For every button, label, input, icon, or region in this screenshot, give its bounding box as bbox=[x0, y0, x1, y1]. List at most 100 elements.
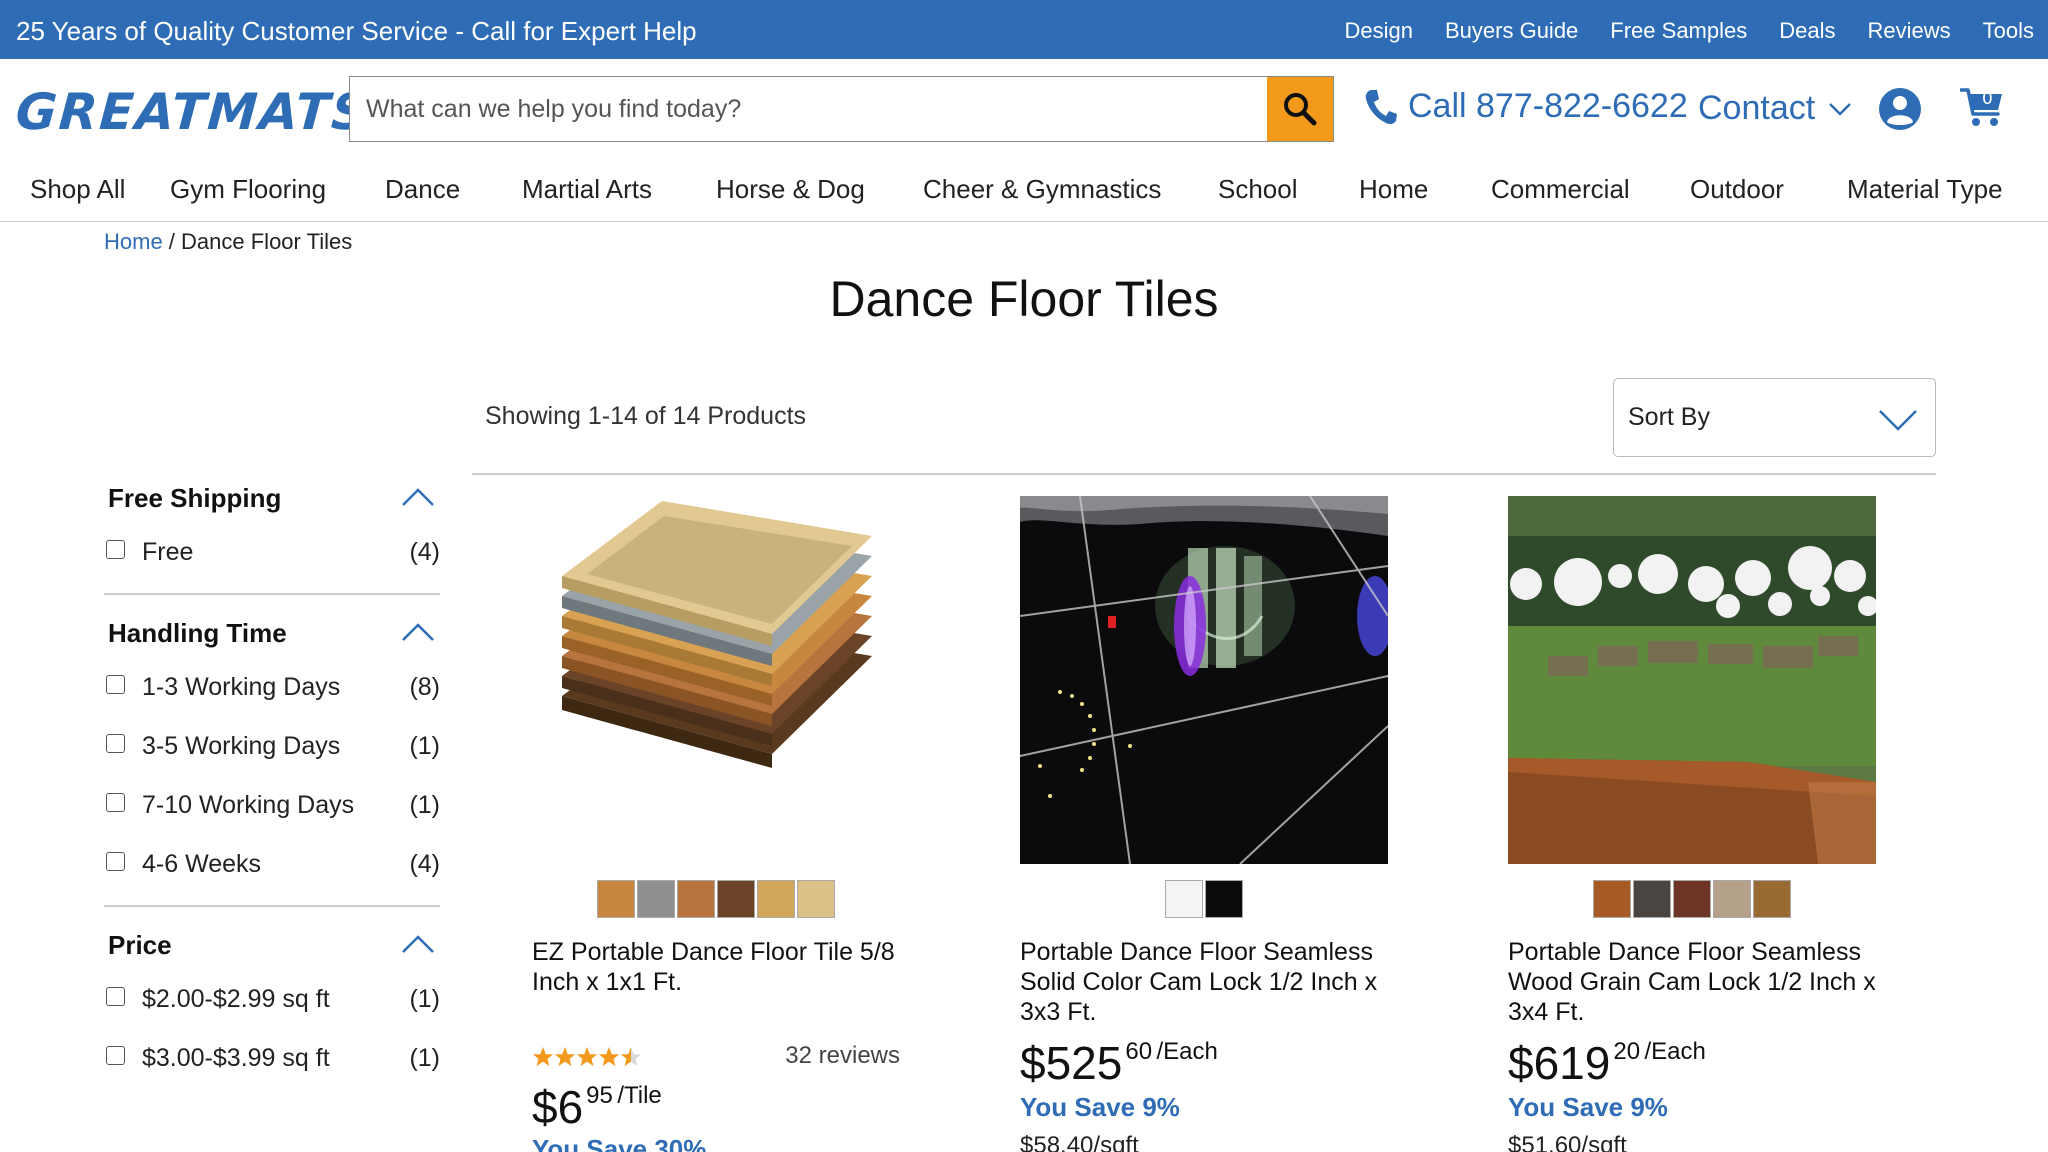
star-icon bbox=[554, 1046, 576, 1067]
color-swatch[interactable] bbox=[1673, 880, 1711, 918]
color-swatch[interactable] bbox=[1633, 880, 1671, 918]
utility-link-buyers-guide[interactable]: Buyers Guide bbox=[1445, 18, 1578, 44]
facet-option: $2.00-$2.99 sq ft (1) bbox=[104, 977, 440, 1036]
price-dollars: $525 bbox=[1020, 1037, 1123, 1089]
price-dollars: $619 bbox=[1508, 1037, 1611, 1089]
price-dollars: $6 bbox=[532, 1081, 584, 1133]
utility-link-deals[interactable]: Deals bbox=[1779, 18, 1835, 44]
color-swatch[interactable] bbox=[717, 880, 755, 918]
color-swatch[interactable] bbox=[797, 880, 835, 918]
nav-cheer-gymnastics[interactable]: Cheer & Gymnastics bbox=[923, 174, 1161, 205]
nav-outdoor[interactable]: Outdoor bbox=[1690, 174, 1784, 205]
utility-link-tools[interactable]: Tools bbox=[1983, 18, 2034, 44]
facet-divider bbox=[104, 593, 440, 595]
product-image[interactable] bbox=[1020, 496, 1388, 864]
facet-title: Free Shipping bbox=[108, 483, 282, 513]
result-count: Showing 1-14 of 14 Products bbox=[485, 402, 807, 430]
color-swatch[interactable] bbox=[677, 880, 715, 918]
price-cents: 20 bbox=[1613, 1038, 1641, 1065]
color-swatch[interactable] bbox=[1205, 880, 1243, 918]
site-header: GREATMATS Call 877-822-6622 Contact bbox=[0, 59, 2048, 157]
chevron-down-icon bbox=[1829, 102, 1852, 116]
chevron-down-icon bbox=[1879, 410, 1917, 431]
facet-checkbox[interactable] bbox=[106, 675, 125, 694]
star-icon bbox=[598, 1046, 620, 1067]
facet-header-price[interactable]: Price bbox=[104, 917, 440, 977]
product-image[interactable] bbox=[1508, 496, 1876, 864]
contact-dropdown[interactable]: Contact bbox=[1698, 89, 1852, 128]
facet-title: Handling Time bbox=[108, 618, 287, 648]
facet-checkbox[interactable] bbox=[106, 987, 125, 1006]
facet-option-label[interactable]: 3-5 Working Days bbox=[142, 732, 340, 761]
color-swatch[interactable] bbox=[757, 880, 795, 918]
chevron-up-icon bbox=[402, 623, 434, 641]
review-count-link[interactable]: 32 reviews bbox=[785, 1042, 900, 1070]
facet-option: $3.00-$3.99 sq ft (1) bbox=[104, 1036, 440, 1095]
facet-checkbox[interactable] bbox=[106, 852, 125, 871]
chevron-up-icon bbox=[402, 488, 434, 506]
utility-link-design[interactable]: Design bbox=[1345, 18, 1413, 44]
product-price: $619 20 /Each bbox=[1508, 1036, 1706, 1090]
facet-option-label[interactable]: $2.00-$2.99 sq ft bbox=[142, 985, 330, 1014]
price-cents: 95 bbox=[586, 1082, 613, 1109]
sort-dropdown[interactable]: Sort By bbox=[1613, 378, 1936, 457]
price-unit: /Each bbox=[1644, 1038, 1706, 1065]
color-swatch[interactable] bbox=[597, 880, 635, 918]
top-announcement-bar: 25 Years of Quality Customer Service - C… bbox=[0, 0, 2048, 59]
facet-checkbox[interactable] bbox=[106, 1046, 125, 1065]
nav-shop-all[interactable]: Shop All bbox=[30, 174, 125, 205]
facet-checkbox[interactable] bbox=[106, 540, 125, 559]
facet-option-label[interactable]: 4-6 Weeks bbox=[142, 850, 261, 879]
facet-option-count: (1) bbox=[409, 985, 440, 1013]
cart-button[interactable]: 0 bbox=[1959, 85, 2004, 134]
utility-link-free-samples[interactable]: Free Samples bbox=[1610, 18, 1747, 44]
nav-commercial[interactable]: Commercial bbox=[1491, 174, 1630, 205]
star-rating bbox=[532, 1046, 642, 1068]
utility-links: Design Buyers Guide Free Samples Deals R… bbox=[1345, 18, 2048, 44]
facet-header-handling-time[interactable]: Handling Time bbox=[104, 605, 440, 665]
search-icon bbox=[1284, 93, 1317, 126]
search-button[interactable] bbox=[1267, 77, 1333, 141]
nav-school[interactable]: School bbox=[1218, 174, 1298, 205]
product-price: $525 60 /Each bbox=[1020, 1036, 1218, 1090]
facet-option-label[interactable]: 1-3 Working Days bbox=[142, 673, 340, 702]
site-logo[interactable]: GREATMATS bbox=[14, 83, 372, 141]
breadcrumb-current: Dance Floor Tiles bbox=[181, 229, 353, 254]
product-name[interactable]: EZ Portable Dance Floor Tile 5/8 Inch x … bbox=[532, 937, 900, 997]
color-swatch[interactable] bbox=[1713, 880, 1751, 918]
phone-link[interactable]: Call 877-822-6622 bbox=[1364, 87, 1688, 126]
price-per-sqft: $51.60/sqft bbox=[1508, 1132, 1627, 1152]
color-swatch[interactable] bbox=[1165, 880, 1203, 918]
phone-number: Call 877-822-6622 bbox=[1408, 87, 1688, 125]
breadcrumb-home[interactable]: Home bbox=[104, 229, 163, 254]
facet-checkbox[interactable] bbox=[106, 734, 125, 753]
search-box bbox=[349, 76, 1334, 142]
nav-horse-dog[interactable]: Horse & Dog bbox=[716, 174, 865, 205]
color-swatches bbox=[1508, 880, 1876, 918]
facet-option-label[interactable]: 7-10 Working Days bbox=[142, 791, 354, 820]
account-button[interactable] bbox=[1878, 87, 1922, 136]
facet-option-count: (1) bbox=[409, 791, 440, 819]
product-image[interactable] bbox=[532, 496, 900, 864]
facet-option-label[interactable]: $3.00-$3.99 sq ft bbox=[142, 1044, 330, 1073]
nav-material-type[interactable]: Material Type bbox=[1847, 174, 2003, 205]
color-swatch[interactable] bbox=[1753, 880, 1791, 918]
color-swatch[interactable] bbox=[637, 880, 675, 918]
search-input[interactable] bbox=[350, 77, 1266, 141]
price-unit: /Each bbox=[1156, 1038, 1218, 1065]
product-name[interactable]: Portable Dance Floor Seamless Wood Grain… bbox=[1508, 937, 1876, 1027]
nav-dance[interactable]: Dance bbox=[385, 174, 460, 205]
nav-gym-flooring[interactable]: Gym Flooring bbox=[170, 174, 326, 205]
nav-martial-arts[interactable]: Martial Arts bbox=[522, 174, 652, 205]
utility-link-reviews[interactable]: Reviews bbox=[1868, 18, 1951, 44]
star-icon bbox=[620, 1046, 642, 1067]
price-unit: /Tile bbox=[617, 1082, 662, 1109]
facet-option-label[interactable]: Free bbox=[142, 538, 193, 567]
color-swatch[interactable] bbox=[1593, 880, 1631, 918]
product-name[interactable]: Portable Dance Floor Seamless Solid Colo… bbox=[1020, 937, 1388, 1027]
facet-option: 3-5 Working Days (1) bbox=[104, 724, 440, 783]
facet-header-free-shipping[interactable]: Free Shipping bbox=[104, 470, 440, 530]
nav-home[interactable]: Home bbox=[1359, 174, 1428, 205]
tagline: 25 Years of Quality Customer Service - C… bbox=[16, 16, 697, 46]
facet-checkbox[interactable] bbox=[106, 793, 125, 812]
